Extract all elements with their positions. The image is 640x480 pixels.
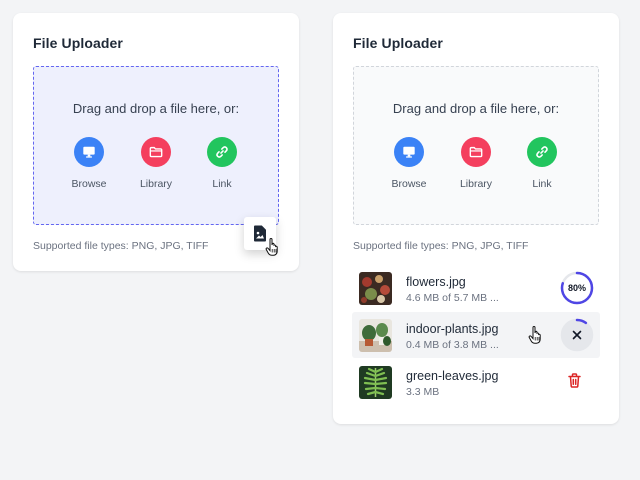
library-label: Library: [459, 178, 493, 190]
monitor-icon: [74, 137, 104, 167]
library-button[interactable]: Library: [126, 137, 186, 190]
hand-cursor-icon: [528, 325, 544, 349]
file-uploader-card-dragging: File Uploader Drag and drop a file here,…: [13, 13, 299, 271]
file-thumbnail: [359, 272, 392, 305]
browse-label: Browse: [391, 178, 427, 190]
progress-percent: 80%: [567, 283, 586, 293]
dropzone-active[interactable]: Drag and drop a file here, or: Browse Li…: [33, 66, 279, 225]
file-size-progress: 4.6 MB of 5.7 MB ...: [406, 292, 499, 304]
file-thumbnail: [359, 319, 392, 352]
browse-label: Browse: [71, 178, 107, 190]
link-icon: [527, 137, 557, 167]
supported-file-types: Supported file types: PNG, JPG, TIFF: [353, 240, 529, 252]
file-thumbnail: [359, 366, 392, 399]
trash-icon: [568, 373, 581, 388]
file-row-flowers[interactable]: flowers.jpg 4.6 MB of 5.7 MB ... 80%: [352, 265, 600, 311]
folder-icon: [461, 137, 491, 167]
dropzone-text: Drag and drop a file here, or:: [72, 101, 240, 116]
file-row-indoor-plants[interactable]: indoor-plants.jpg 0.4 MB of 3.8 MB ...: [352, 312, 600, 358]
link-button[interactable]: Link: [192, 137, 252, 190]
file-name: flowers.jpg: [406, 275, 466, 289]
library-label: Library: [139, 178, 173, 190]
link-icon: [207, 137, 237, 167]
cancel-upload-button[interactable]: [560, 318, 594, 352]
folder-icon: [141, 137, 171, 167]
close-icon: [572, 330, 582, 340]
link-label: Link: [212, 178, 232, 190]
link-label: Link: [532, 178, 552, 190]
file-size: 3.3 MB: [406, 386, 440, 398]
file-name: green-leaves.jpg: [406, 369, 499, 383]
dropzone[interactable]: Drag and drop a file here, or: Browse Li…: [353, 66, 599, 225]
file-size-progress: 0.4 MB of 3.8 MB ...: [406, 339, 499, 351]
file-name: indoor-plants.jpg: [406, 322, 499, 336]
library-button[interactable]: Library: [446, 137, 506, 190]
file-uploader-card-uploading: File Uploader Drag and drop a file here,…: [333, 13, 619, 424]
delete-file-button[interactable]: [568, 373, 584, 391]
hand-cursor-icon: [265, 237, 281, 261]
monitor-icon: [394, 137, 424, 167]
file-row-green-leaves[interactable]: green-leaves.jpg 3.3 MB: [352, 359, 600, 405]
link-button[interactable]: Link: [512, 137, 572, 190]
dropzone-text: Drag and drop a file here, or:: [392, 101, 560, 116]
supported-file-types: Supported file types: PNG, JPG, TIFF: [33, 240, 209, 252]
browse-button[interactable]: Browse: [379, 137, 439, 190]
card-title: File Uploader: [353, 35, 443, 51]
browse-button[interactable]: Browse: [59, 137, 119, 190]
card-title: File Uploader: [33, 35, 123, 51]
